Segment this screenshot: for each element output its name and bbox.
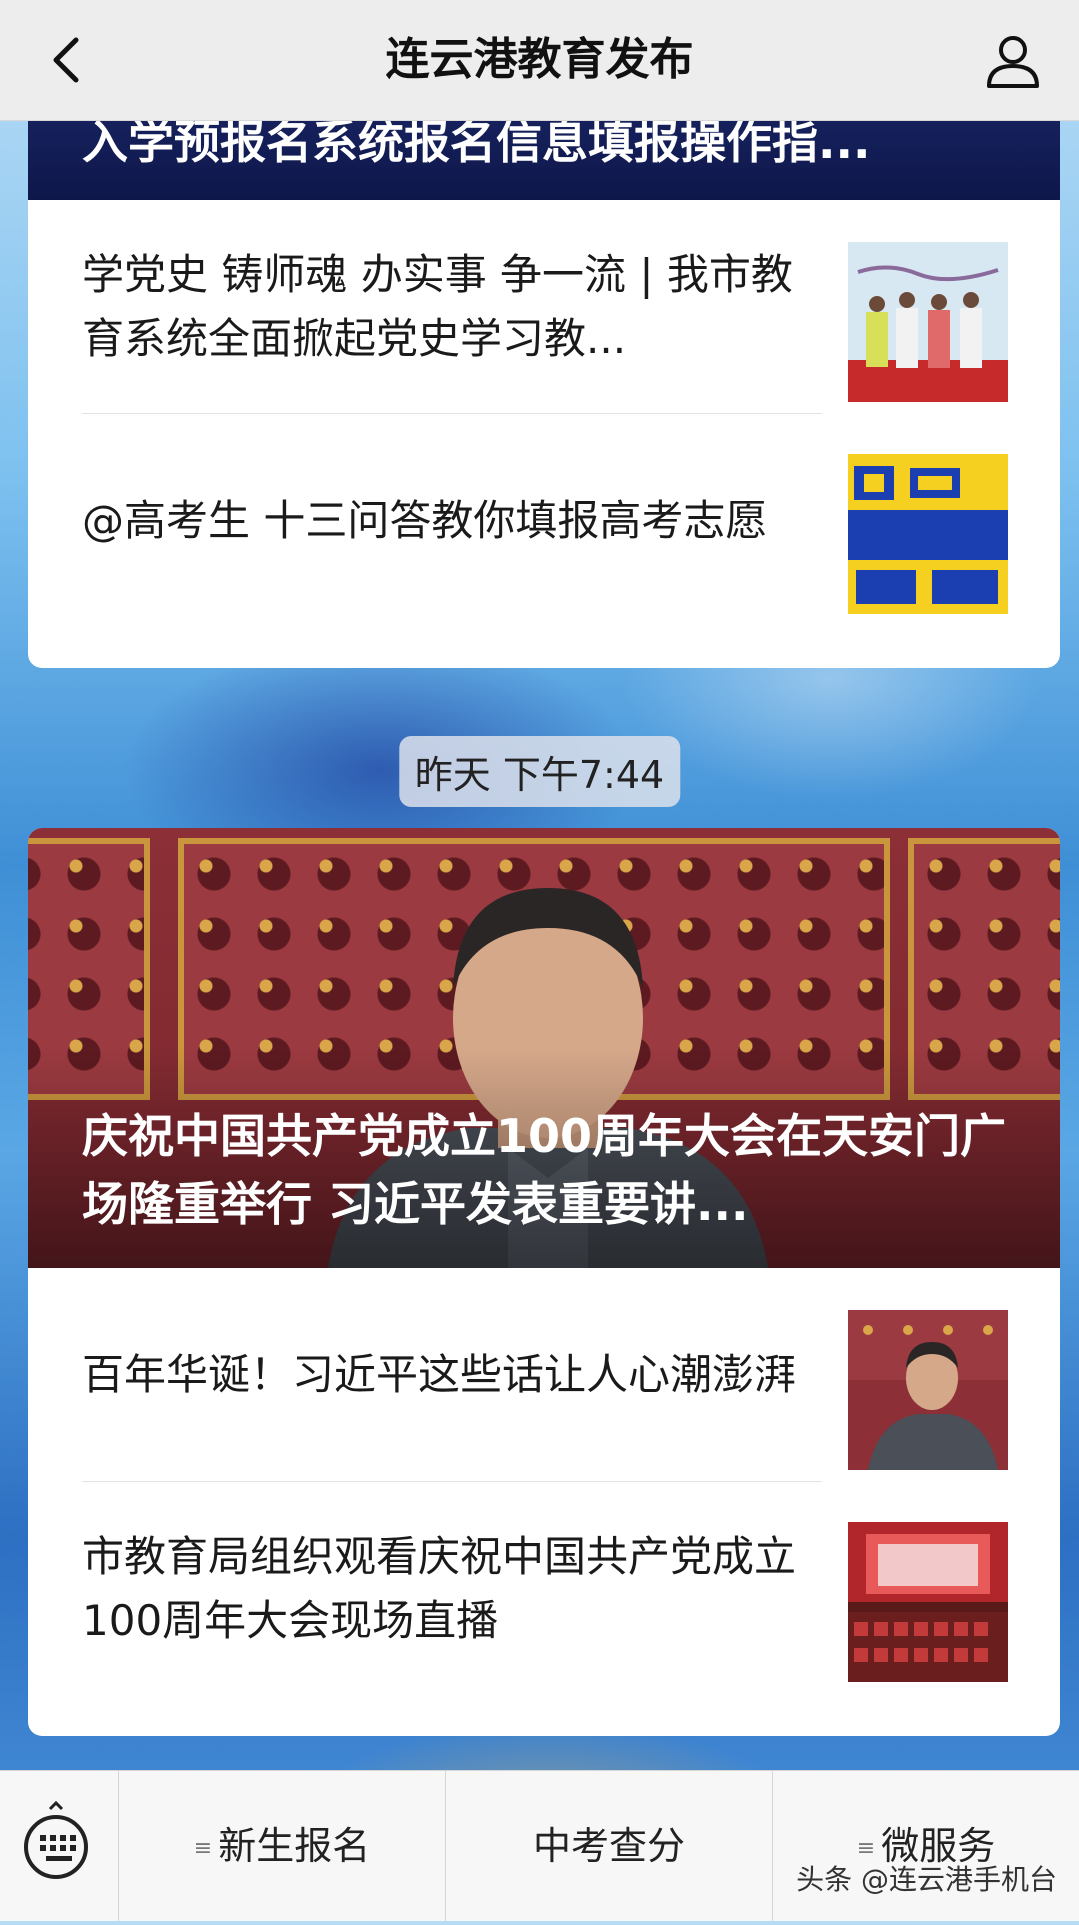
menu-item-exam-score[interactable]: 中考查分 [446,1771,773,1921]
article-item-title: 百年华诞！习近平这些话让人心潮澎湃 [82,1350,797,1399]
page-title: 连云港教育发布 [385,34,694,85]
article-thumbnail [848,1522,1008,1682]
article-item[interactable]: 学党史 铸师魂 办实事 争一流 | 我市教育系统全面掀起党史学习教... [28,200,1060,414]
article-item-title: 市教育局组织观看庆祝中国共产党成立100周年大会现场直播 [82,1532,797,1645]
article-item-title: 学党史 铸师魂 办实事 争一流 | 我市教育系统全面掀起党史学习教... [82,250,793,363]
article-thumbnail [848,242,1008,402]
article-thumbnail [848,454,1008,614]
chat-timestamp: 昨天 下午7:44 [398,736,681,807]
article-card: 入学预报名系统报名信息填报操作指... 学党史 铸师魂 办实事 争一流 | 我市… [28,40,1060,668]
menu-item-label: 中考查分 [532,1824,685,1868]
keyboard-toggle-button[interactable] [0,1771,119,1921]
nav-header: 连云港教育发布 [0,0,1079,121]
bottom-menu-bar: ≡ 新生报名 中考查分 ≡ 微服务 [0,1770,1079,1921]
menu-item-micro-service[interactable]: ≡ 微服务 [773,1771,1079,1921]
article-item[interactable]: 百年华诞！习近平这些话让人心潮澎湃 [28,1268,1060,1482]
article-hero[interactable]: 庆祝中国共产党成立100周年大会在天安门广场隆重举行 习近平发表重要讲... [28,828,1060,1268]
person-icon[interactable] [983,30,1043,90]
watermark: 头条 @连云港手机台 [796,1863,1057,1896]
keyboard-icon [24,1800,88,1879]
article-item[interactable]: @高考生 十三问答教你填报高考志愿 [28,414,1060,628]
article-item[interactable]: 市教育局组织观看庆祝中国共产党成立100周年大会现场直播 [28,1482,1060,1696]
submenu-lines-icon: ≡ [856,1835,876,1861]
submenu-lines-icon: ≡ [193,1835,213,1861]
article-thumbnail [848,1310,1008,1470]
menu-item-label: 新生报名 [218,1824,371,1868]
article-card: 庆祝中国共产党成立100周年大会在天安门广场隆重举行 习近平发表重要讲... 百… [28,828,1060,1736]
article-item-title: @高考生 十三问答教你填报高考志愿 [82,496,768,545]
menu-item-new-student-registration[interactable]: ≡ 新生报名 [119,1771,446,1921]
article-hero-title: 庆祝中国共产党成立100周年大会在天安门广场隆重举行 习近平发表重要讲... [82,1109,1007,1231]
